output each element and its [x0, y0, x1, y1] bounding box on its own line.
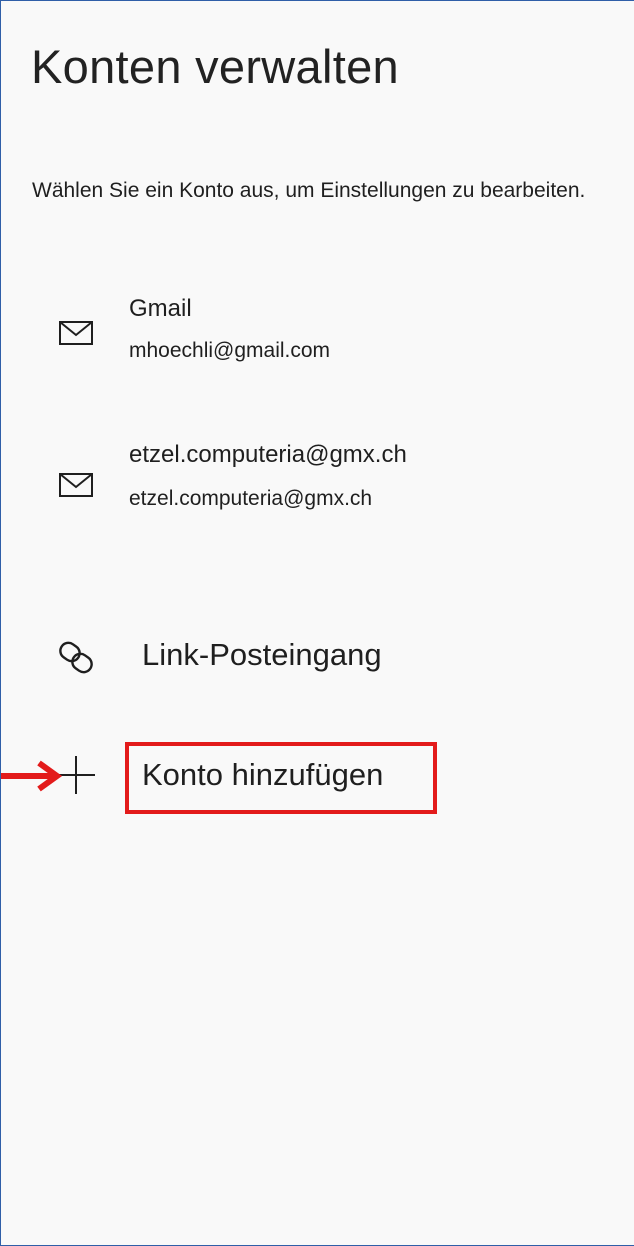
mail-icon	[59, 473, 93, 497]
account-name: Gmail	[129, 295, 192, 322]
mail-icon	[59, 321, 93, 345]
account-item-gmx[interactable]: etzel.computeria@gmx.ch etzel.computeria…	[1, 437, 634, 537]
link-inbox-button[interactable]: Link-Posteingang	[1, 631, 634, 687]
account-email: etzel.computeria@gmx.ch	[129, 487, 373, 510]
page-title: Konten verwalten	[31, 40, 399, 93]
page-subtitle: Wählen Sie ein Konto aus, um Einstellung…	[32, 179, 586, 202]
link-icon	[59, 641, 93, 674]
add-account-label: Konto hinzufügen	[142, 757, 384, 792]
plus-icon	[57, 756, 95, 794]
account-name: etzel.computeria@gmx.ch	[129, 441, 407, 468]
link-inbox-label: Link-Posteingang	[142, 637, 382, 672]
add-account-button[interactable]: Konto hinzufügen	[1, 739, 634, 815]
account-email: mhoechli@gmail.com	[129, 339, 331, 362]
manage-accounts-panel: Konten verwalten Wählen Sie ein Konto au…	[0, 0, 634, 1246]
account-item-gmail[interactable]: Gmail mhoechli@gmail.com	[1, 291, 634, 391]
